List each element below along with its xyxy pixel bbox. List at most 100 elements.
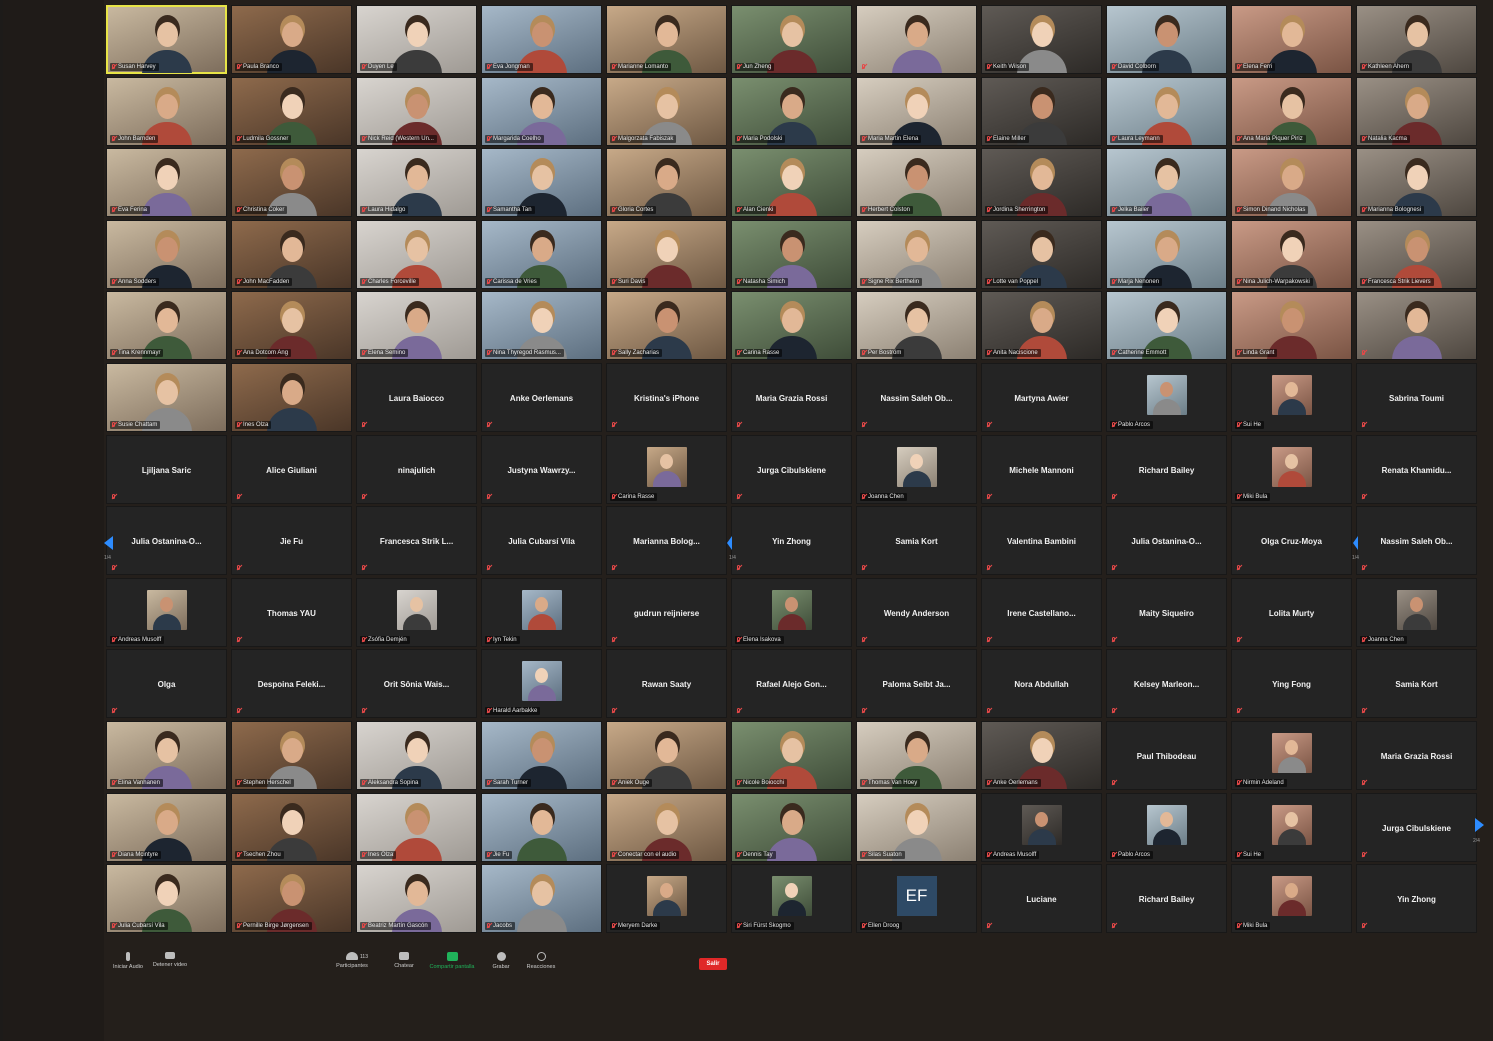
participant-tile[interactable]: Olga Cruz-Moya	[1231, 506, 1352, 575]
participant-tile[interactable]: Orit Sônia Wais...	[356, 649, 477, 718]
participant-tile[interactable]: Irene Castellano...	[981, 578, 1102, 647]
participant-tile[interactable]: Eva Ferina	[106, 148, 227, 217]
participant-tile[interactable]: Ana Maria Piquer Piriz	[1231, 77, 1352, 146]
participant-tile[interactable]: Iyn Tekin	[481, 578, 602, 647]
participant-tile[interactable]: Rawan Saaty	[606, 649, 727, 718]
participant-tile[interactable]: John Barnden	[106, 77, 227, 146]
participant-tile[interactable]: Linda Grant	[1231, 291, 1352, 360]
participant-tile[interactable]: Yin Zhong	[1356, 864, 1477, 933]
participant-tile[interactable]: Luciane	[981, 864, 1102, 933]
participant-tile[interactable]: Signe Rix Berthelin	[856, 220, 977, 289]
participant-tile[interactable]: Miki Bula	[1231, 864, 1352, 933]
participant-tile[interactable]: Simon Dinand Nicholas	[1231, 148, 1352, 217]
participant-tile[interactable]: Richard Bailey	[1106, 435, 1227, 504]
participant-tile[interactable]: Marianna Bolog...	[606, 506, 727, 575]
participant-tile[interactable]: Renata Khamidu...	[1356, 435, 1477, 504]
participant-tile[interactable]: Jelka Bailer	[1106, 148, 1227, 217]
participant-tile[interactable]: Jacobs	[481, 864, 602, 933]
chevron-left-icon[interactable]	[104, 536, 113, 550]
participants-button[interactable]: Participantes	[328, 946, 376, 969]
participant-tile[interactable]	[856, 5, 977, 74]
participant-tile[interactable]: Nora Abdullah	[981, 649, 1102, 718]
participant-tile[interactable]: Sabrina Toumi	[1356, 363, 1477, 432]
participant-tile[interactable]: Natalia Kacma	[1356, 77, 1477, 146]
participant-tile[interactable]: Maria Grazia Rossi	[731, 363, 852, 432]
participant-tile[interactable]: Herbert Colston	[856, 148, 977, 217]
participant-tile[interactable]: Kelsey Marleon...	[1106, 649, 1227, 718]
participant-tile[interactable]: Samia Kort	[856, 506, 977, 575]
participant-tile[interactable]: Sui He	[1231, 363, 1352, 432]
participant-tile[interactable]: Jurga Cibulskiene	[731, 435, 852, 504]
participant-tile[interactable]: Kristina's iPhone	[606, 363, 727, 432]
participant-tile[interactable]: Susie Chattam	[106, 363, 227, 432]
participant-tile[interactable]: Thomas Van Hoey	[856, 721, 977, 790]
participant-tile[interactable]: Sally Zacharias	[606, 291, 727, 360]
participant-tile[interactable]: Jie Fu	[231, 506, 352, 575]
participant-tile[interactable]: Thomas YAU	[231, 578, 352, 647]
participant-tile[interactable]: Ying Fong	[1231, 649, 1352, 718]
participant-tile[interactable]: Siri Fürst Skogmo	[731, 864, 852, 933]
participant-tile[interactable]: Laura Baiocco	[356, 363, 477, 432]
participant-tile[interactable]: Dennis Tay	[731, 793, 852, 862]
participant-tile[interactable]: Paloma Seibt Ja...	[856, 649, 977, 718]
participant-tile[interactable]: Charles Forceville	[356, 220, 477, 289]
participant-tile[interactable]: Richard Bailey	[1106, 864, 1227, 933]
participant-tile[interactable]: Beatriz Martín Gascón	[356, 864, 477, 933]
participant-tile[interactable]: Marianne Lomanto	[606, 5, 727, 74]
participant-tile[interactable]: Alan Cienki	[731, 148, 852, 217]
leave-button[interactable]: Salir	[699, 958, 727, 970]
participant-tile[interactable]: Anke Oerlemans	[981, 721, 1102, 790]
participant-tile[interactable]: Anna Sodders	[106, 220, 227, 289]
participant-tile[interactable]: Francesca Strik L...	[356, 506, 477, 575]
participant-tile[interactable]: Elaine Miller	[981, 77, 1102, 146]
participant-tile[interactable]: Kathleen Ahern	[1356, 5, 1477, 74]
participant-tile[interactable]: Eva Jongman	[481, 5, 602, 74]
participant-tile[interactable]: Anita Naciscione	[981, 291, 1102, 360]
participant-tile[interactable]: Natasha Simich	[731, 220, 852, 289]
participant-tile[interactable]: Pernille Birge Jørgensen	[231, 864, 352, 933]
participant-tile[interactable]: Sarah Turner	[481, 721, 602, 790]
participant-tile[interactable]: Alice Giuliani	[231, 435, 352, 504]
participant-tile[interactable]: Julia Cubarsí Vila	[106, 864, 227, 933]
participant-tile[interactable]: Nirmin Adeland	[1231, 721, 1352, 790]
participant-tile[interactable]: Valentina Bambini	[981, 506, 1102, 575]
participant-tile[interactable]: Diana Mcintyre	[106, 793, 227, 862]
participant-tile[interactable]: Duyen Le	[356, 5, 477, 74]
participant-tile[interactable]: Elina Vanhanen	[106, 721, 227, 790]
participant-tile[interactable]: Marianna Bolognesi	[1356, 148, 1477, 217]
chevron-right-icon[interactable]	[1475, 818, 1484, 832]
participant-tile[interactable]: EF Ellen Droog	[856, 864, 977, 933]
participant-tile[interactable]: Julia Ostanina-O...	[1106, 506, 1227, 575]
participant-tile[interactable]: Elena Ferri	[1231, 5, 1352, 74]
participant-tile[interactable]: ninajulich	[356, 435, 477, 504]
participant-tile[interactable]: gudrun reijnierse	[606, 578, 727, 647]
participant-tile[interactable]: Stephen Herschel	[231, 721, 352, 790]
participant-tile[interactable]: Susan Harvey	[106, 5, 227, 74]
participant-tile[interactable]: Jordina Sherrington	[981, 148, 1102, 217]
participant-tile[interactable]: Conectar con el audio	[606, 793, 727, 862]
participant-tile[interactable]: Ljiljana Saric	[106, 435, 227, 504]
participant-tile[interactable]: Keith Wilson	[981, 5, 1102, 74]
participant-tile[interactable]: Paula Branco	[231, 5, 352, 74]
participant-tile[interactable]: Ines Olza	[356, 793, 477, 862]
participant-tile[interactable]: Francesca Strik Lievers	[1356, 220, 1477, 289]
participant-tile[interactable]: Nick Reid (Western Un...	[356, 77, 477, 146]
participant-tile[interactable]: Margarida Coelho	[481, 77, 602, 146]
participant-tile[interactable]: Maria Podolski	[731, 77, 852, 146]
participant-tile[interactable]: Elena Isakova	[731, 578, 852, 647]
participant-tile[interactable]: Andreas Musolff	[981, 793, 1102, 862]
participant-tile[interactable]: Michele Mannoni	[981, 435, 1102, 504]
participant-tile[interactable]: Laura Hidalgo	[356, 148, 477, 217]
participant-tile[interactable]: Gloria Cortes	[606, 148, 727, 217]
participant-tile[interactable]: Elena Semino	[356, 291, 477, 360]
participant-tile[interactable]: Miki Bula	[1231, 435, 1352, 504]
participant-tile[interactable]: Jun Zheng	[731, 5, 852, 74]
participant-tile[interactable]: Joanna Chen	[1356, 578, 1477, 647]
participant-tile[interactable]	[1356, 291, 1477, 360]
participant-tile[interactable]: Nicole Boiocchi	[731, 721, 852, 790]
participant-tile[interactable]: Laura Leymann	[1106, 77, 1227, 146]
participant-tile[interactable]: Nassim Saleh Ob...	[1356, 506, 1477, 575]
participant-tile[interactable]: Ines Olza	[231, 363, 352, 432]
participant-tile[interactable]: Ludmila Gossner	[231, 77, 352, 146]
participant-tile[interactable]: Christina Coker	[231, 148, 352, 217]
